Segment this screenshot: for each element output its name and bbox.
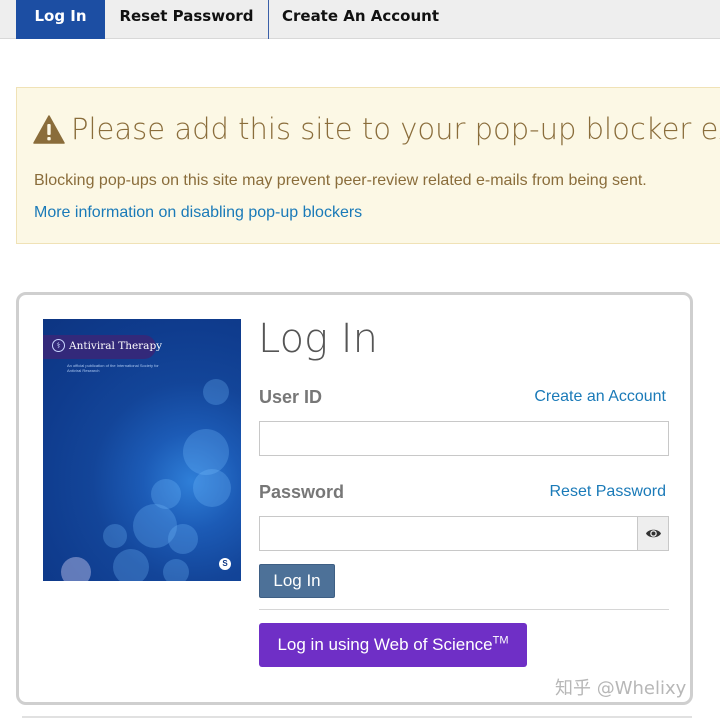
wos-button-label: Log in using Web of Science <box>277 635 493 654</box>
password-label: Password <box>259 482 345 502</box>
cover-subtitle: An official publication of the Internati… <box>67 363 159 373</box>
form-divider <box>259 609 669 610</box>
show-password-button[interactable] <box>637 516 669 551</box>
cover-title: Antiviral Therapy <box>69 340 163 352</box>
society-logo-icon: ⚕ <box>52 339 65 352</box>
user-id-label: User ID <box>259 387 323 407</box>
publisher-logo-icon: S <box>219 558 231 570</box>
user-id-input[interactable] <box>259 421 669 456</box>
password-input[interactable] <box>259 516 638 551</box>
tab-create-account[interactable]: Create An Account <box>269 0 452 39</box>
log-in-button[interactable]: Log In <box>259 564 335 598</box>
alert-heading: Please add this site to your pop-up bloc… <box>71 112 720 146</box>
tab-log-in[interactable]: Log In <box>16 0 105 39</box>
warning-icon <box>33 115 65 151</box>
web-of-science-login-button[interactable]: Log in using Web of ScienceTM <box>259 623 527 667</box>
login-heading: Log In <box>258 316 378 362</box>
reset-password-link[interactable]: Reset Password <box>550 483 667 501</box>
tab-reset-password[interactable]: Reset Password <box>105 0 268 39</box>
trademark-mark: TM <box>492 634 509 647</box>
create-account-link[interactable]: Create an Account <box>534 388 666 406</box>
popup-blocker-alert: Please add this site to your pop-up bloc… <box>16 87 720 244</box>
watermark: 知乎 @Whelixy <box>555 678 687 699</box>
popup-blocker-info-link[interactable]: More information on disabling pop-up blo… <box>34 204 362 222</box>
login-card: ⚕ Antiviral Therapy An official publicat… <box>16 292 693 705</box>
eye-icon <box>646 529 661 538</box>
alert-message: Blocking pop-ups on this site may preven… <box>34 172 647 189</box>
alert-heading-row: Please add this site to your pop-up bloc… <box>33 112 720 151</box>
tab-bar: Log In Reset Password Create An Account <box>0 0 720 39</box>
journal-cover-image: ⚕ Antiviral Therapy An official publicat… <box>43 319 241 581</box>
